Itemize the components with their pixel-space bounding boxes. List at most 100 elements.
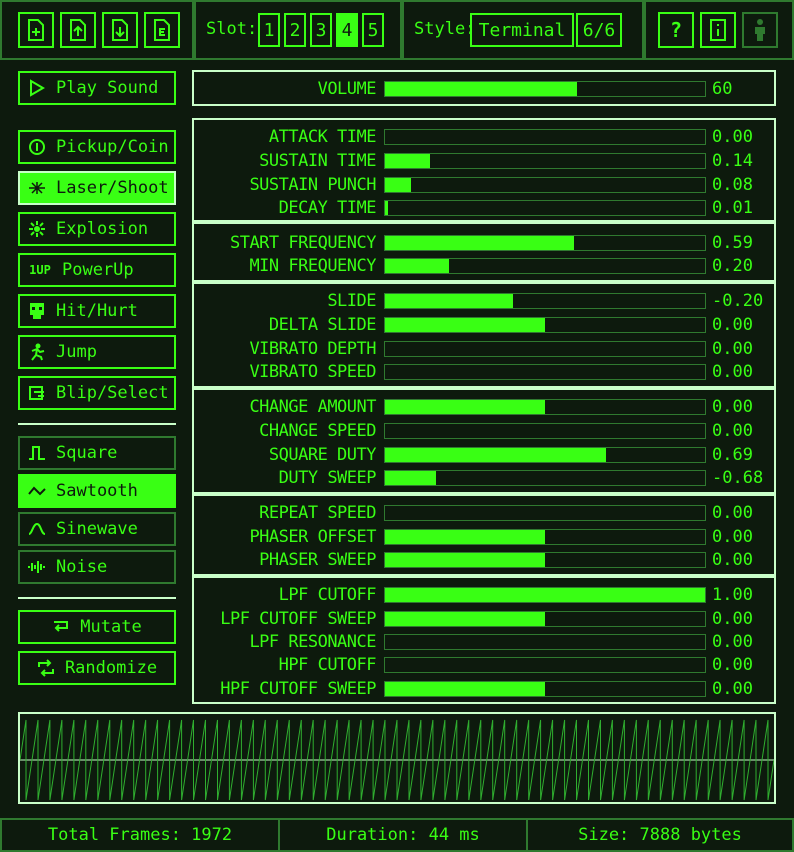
param-value: 0.20 bbox=[712, 256, 753, 276]
mutate-button[interactable]: Mutate bbox=[18, 610, 176, 644]
slot-4-button[interactable]: 4 bbox=[336, 13, 358, 47]
wave-sawtooth-button[interactable]: Sawtooth bbox=[18, 474, 176, 508]
status-duration: Duration: 44 ms bbox=[278, 818, 528, 852]
param-value: 0.01 bbox=[712, 198, 753, 218]
phaser-offset-slider[interactable] bbox=[384, 529, 706, 545]
wave-label: Sinewave bbox=[56, 518, 138, 539]
preset-jump-button[interactable]: Jump bbox=[18, 335, 176, 369]
vibrato-speed-slider[interactable] bbox=[384, 364, 706, 380]
vibrato-depth-slider[interactable] bbox=[384, 341, 706, 357]
param-row-duty-sweep: DUTY SWEEP -0.68 bbox=[194, 467, 774, 489]
wave-label: Sawtooth bbox=[56, 480, 138, 501]
start-frequency-slider[interactable] bbox=[384, 235, 706, 251]
param-label: PHASER SWEEP bbox=[259, 550, 376, 570]
square-wave-icon bbox=[29, 446, 45, 460]
param-label: DECAY TIME bbox=[278, 198, 377, 218]
help-button[interactable]: ? bbox=[658, 12, 694, 48]
sustain-punch-slider[interactable] bbox=[384, 177, 706, 193]
export-button[interactable] bbox=[144, 12, 180, 48]
param-row-delta-slide: DELTA SLIDE 0.00 bbox=[194, 314, 774, 336]
param-row-lpf-cutoff: LPF CUTOFF 1.00 bbox=[194, 584, 774, 606]
param-value: 0.14 bbox=[712, 151, 753, 171]
param-value: 0.00 bbox=[712, 127, 753, 147]
preset-label: Jump bbox=[56, 341, 97, 362]
param-label: VOLUME bbox=[317, 79, 377, 99]
wave-noise-button[interactable]: Noise bbox=[18, 550, 176, 584]
figure-button[interactable] bbox=[742, 12, 778, 48]
param-label: LPF CUTOFF bbox=[278, 585, 377, 605]
explosion-icon bbox=[29, 221, 45, 237]
param-value: 0.00 bbox=[712, 527, 753, 547]
param-value: 0.00 bbox=[712, 362, 753, 382]
hpf-cutoff-slider[interactable] bbox=[384, 657, 706, 673]
style-select-button[interactable]: Terminal bbox=[470, 13, 574, 47]
slot-2-button[interactable]: 2 bbox=[284, 13, 306, 47]
sustain-time-slider[interactable] bbox=[384, 153, 706, 169]
wave-square-button[interactable]: Square bbox=[18, 436, 176, 470]
param-row-volume: VOLUME 60 bbox=[194, 78, 774, 100]
play-sound-button[interactable]: Play Sound bbox=[18, 71, 176, 105]
mutate-icon bbox=[54, 621, 69, 632]
preset-powerup-button[interactable]: 1UP PowerUp bbox=[18, 253, 176, 287]
slot-5-button[interactable]: 5 bbox=[362, 13, 384, 47]
info-button[interactable] bbox=[700, 12, 736, 48]
param-label: CHANGE SPEED bbox=[259, 421, 376, 441]
preset-label: Pickup/Coin bbox=[56, 136, 169, 157]
param-label: LPF CUTOFF SWEEP bbox=[220, 609, 376, 629]
lpf-cutoff-slider[interactable] bbox=[384, 587, 706, 603]
preset-hit-hurt-button[interactable]: Hit/Hurt bbox=[18, 294, 176, 328]
jump-icon bbox=[31, 343, 45, 361]
param-row-change-speed: CHANGE SPEED 0.00 bbox=[194, 420, 774, 442]
envelope-panel: ATTACK TIME 0.00 SUSTAIN TIME 0.14 SUSTA… bbox=[192, 118, 776, 222]
change-amount-slider[interactable] bbox=[384, 399, 706, 415]
change-speed-slider[interactable] bbox=[384, 423, 706, 439]
param-row-change-amount: CHANGE AMOUNT 0.00 bbox=[194, 396, 774, 418]
info-icon bbox=[710, 19, 726, 41]
slot-3-button[interactable]: 3 bbox=[310, 13, 332, 47]
param-row-repeat-speed: REPEAT SPEED 0.00 bbox=[194, 502, 774, 524]
slide-slider[interactable] bbox=[384, 293, 706, 309]
download-icon bbox=[112, 19, 128, 41]
preset-label: PowerUp bbox=[62, 259, 134, 280]
param-label: SQUARE DUTY bbox=[268, 445, 377, 465]
randomize-icon bbox=[37, 659, 54, 677]
param-row-attack-time: ATTACK TIME 0.00 bbox=[194, 126, 774, 148]
param-row-sustain-time: SUSTAIN TIME 0.14 bbox=[194, 150, 774, 172]
preset-label: Blip/Select bbox=[56, 382, 169, 403]
repeat-speed-slider[interactable] bbox=[384, 505, 706, 521]
preset-blip-select-button[interactable]: Blip/Select bbox=[18, 376, 176, 410]
hpf-cutoff-sweep-slider[interactable] bbox=[384, 681, 706, 697]
help-icon: ? bbox=[669, 18, 683, 42]
download-button[interactable] bbox=[102, 12, 138, 48]
lpf-cutoff-sweep-slider[interactable] bbox=[384, 611, 706, 627]
param-value: -0.68 bbox=[712, 468, 764, 488]
new-file-icon bbox=[28, 19, 44, 41]
param-row-lpf-resonance: LPF RESONANCE 0.00 bbox=[194, 631, 774, 653]
new-file-button[interactable] bbox=[18, 12, 54, 48]
lpf-resonance-slider[interactable] bbox=[384, 634, 706, 650]
style-count-button[interactable]: 6/6 bbox=[576, 13, 622, 47]
param-row-vibrato-depth: VIBRATO DEPTH 0.00 bbox=[194, 338, 774, 360]
param-value: 0.00 bbox=[712, 315, 753, 335]
delta-slide-slider[interactable] bbox=[384, 317, 706, 333]
param-label: START FREQUENCY bbox=[229, 233, 377, 253]
duty-sweep-slider[interactable] bbox=[384, 470, 706, 486]
square-duty-slider[interactable] bbox=[384, 447, 706, 463]
param-value: 0.00 bbox=[712, 421, 753, 441]
slot-1-button[interactable]: 1 bbox=[258, 13, 280, 47]
phaser-sweep-slider[interactable] bbox=[384, 552, 706, 568]
upload-button[interactable] bbox=[60, 12, 96, 48]
param-row-lpf-cutoff-sweep: LPF CUTOFF SWEEP 0.00 bbox=[194, 608, 774, 630]
wave-sinewave-button[interactable]: Sinewave bbox=[18, 512, 176, 546]
min-frequency-slider[interactable] bbox=[384, 258, 706, 274]
decay-time-slider[interactable] bbox=[384, 200, 706, 216]
volume-slider[interactable] bbox=[384, 81, 706, 97]
upload-icon bbox=[70, 19, 86, 41]
preset-pickup-coin-button[interactable]: Pickup/Coin bbox=[18, 130, 176, 164]
randomize-button[interactable]: Randomize bbox=[18, 651, 176, 685]
preset-laser-shoot-button[interactable]: Laser/Shoot bbox=[18, 171, 176, 205]
slot-label: Slot: bbox=[206, 19, 258, 39]
attack-time-slider[interactable] bbox=[384, 129, 706, 145]
param-value: 0.00 bbox=[712, 632, 753, 652]
preset-explosion-button[interactable]: Explosion bbox=[18, 212, 176, 246]
